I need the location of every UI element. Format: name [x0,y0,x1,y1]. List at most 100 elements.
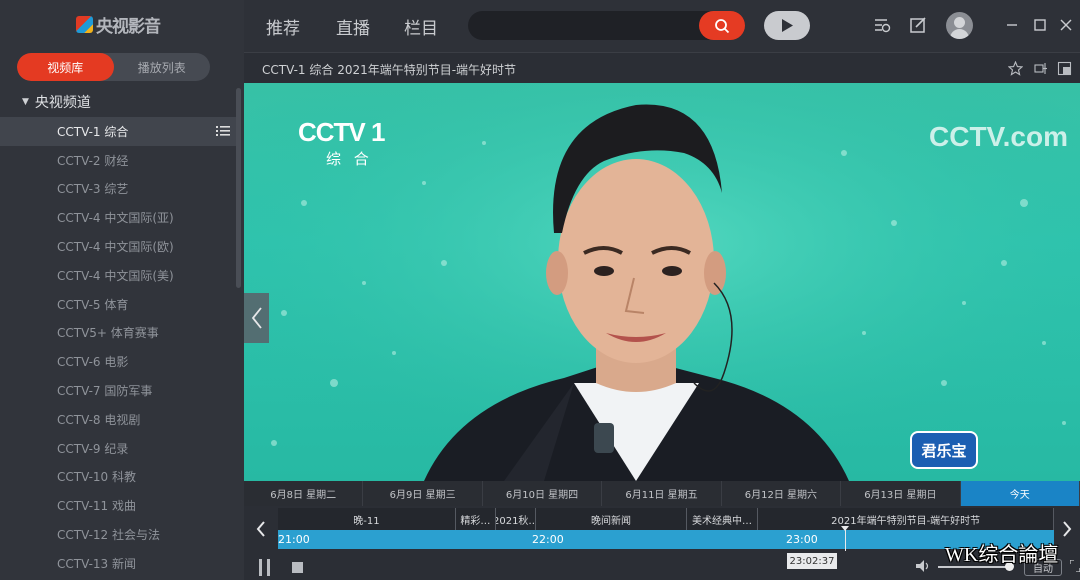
program-item[interactable]: 2021年端午特别节目-端午好时节 [758,508,1054,530]
channel-label: CCTV-12 社会与法 [57,528,161,543]
channel-label: CCTV-1 综合 [57,124,129,139]
date-tab[interactable]: 6月11日 星期五 [602,481,722,506]
tab-playlist[interactable]: 播放列表 [114,53,211,81]
channel-list: CCTV-1 综合 CCTV-2 财经 CCTV-3 综艺 CCTV-4 中文国际(亚… [0,117,236,578]
channel-group-header[interactable]: ▼ 央视频道 [22,92,91,112]
pause-button[interactable] [258,559,272,576]
program-title: CCTV-1 综合 2021年端午特别节目-端午好时节 [262,63,517,77]
forum-watermark: WK综合論壇 [945,544,1059,566]
play-history-button[interactable] [764,11,810,40]
chevron-left-icon [251,307,262,329]
sidebar-scrollbar[interactable] [236,88,241,288]
channel-item[interactable]: CCTV-6 电影 [0,347,236,376]
chevron-right-icon [1063,520,1072,537]
channel-label: CCTV-2 财经 [57,153,129,168]
channel-item[interactable]: CCTV5+ 体育赛事 [0,319,236,348]
channel-item[interactable]: CCTV-10 科教 [0,463,236,492]
collapse-arrow-icon: ▼ [22,97,29,107]
player-title-bar: CCTV-1 综合 2021年端午特别节目-端午好时节 [244,52,1080,83]
channel-item[interactable]: CCTV-7 国防军事 [0,376,236,405]
search-button[interactable] [699,11,745,40]
channel-label: CCTV-9 纪录 [57,441,129,456]
channel-logo-sub: 综 合 [326,150,373,168]
date-tab[interactable]: 6月10日 星期四 [483,481,603,506]
cctv-com-watermark: CCTV.com [929,121,1069,152]
channel-label: CCTV-10 科教 [57,470,137,485]
program-item[interactable]: 晚间新闻 [536,508,687,530]
fullscreen-icon[interactable] [1070,560,1080,572]
channel-logo-cctv1: CCTV 1 综 合 [298,117,385,169]
current-time-tooltip: 23:02:37 [787,553,837,569]
channel-label: CCTV-8 电视剧 [57,412,141,427]
history-list-icon[interactable] [872,15,892,35]
sidebar-tabs: 视频库 播放列表 [17,53,210,81]
date-tab[interactable]: 6月9日 星期三 [363,481,483,506]
channel-label: CCTV-3 综艺 [57,182,129,197]
timeline-prev-button[interactable] [244,506,278,551]
user-avatar[interactable] [946,12,973,39]
video-prev-button[interactable] [244,293,269,343]
chevron-left-icon [256,520,265,537]
edit-icon[interactable] [908,15,928,35]
time-label: 21:00 [278,533,310,546]
program-item[interactable]: 精彩… [455,508,497,530]
date-selector: 6月8日 星期二 6月9日 星期三 6月10日 星期四 6月11日 星期五 6月12日 … [244,481,1080,506]
time-label: 23:00 [786,533,818,546]
program-item[interactable]: 晚-11 [278,508,456,530]
channel-item[interactable]: CCTV-2 财经 [0,146,236,175]
sidebar: 央视影音 视频库 播放列表 ▼ 央视频道 CCTV-1 综合 CCTV-2 财经 C… [0,0,244,580]
top-nav-bar: 推荐 直播 栏目 [244,0,1080,52]
channel-label: CCTV-4 中文国际(欧) [57,240,174,255]
channel-item[interactable]: CCTV-8 电视剧 [0,405,236,434]
channel-group-label: 央视频道 [34,95,91,111]
channel-label: CCTV-4 中文国际(美) [57,268,174,283]
program-list: 晚-11精彩…2021秋…晚间新闻美术经典中…2021年端午特别节目-端午好时节 [278,508,1054,530]
sponsor-badge: 君乐宝 [910,431,978,469]
date-tab[interactable]: 6月8日 星期二 [244,481,364,506]
channel-label: CCTV-5 体育 [57,297,129,312]
stop-button[interactable] [292,562,303,573]
program-item[interactable]: 美术经典中… [686,508,759,530]
channel-item[interactable]: CCTV-11 戏曲 [0,491,236,520]
channel-item[interactable]: CCTV-3 综艺 [0,175,236,204]
channel-item[interactable]: CCTV-13 新闻 [0,549,236,578]
channel-label: CCTV-11 戏曲 [57,499,137,514]
popout-window-icon[interactable] [1057,61,1072,76]
channel-label: CCTV-7 国防军事 [57,384,153,399]
channel-item[interactable]: CCTV-4 中文国际(亚) [0,203,236,232]
logo-icon [76,16,93,33]
channel-item[interactable]: CCTV-1 综合 [0,117,236,146]
date-tab[interactable]: 今天 [960,481,1080,506]
minimize-icon[interactable] [1002,15,1022,35]
logo-text: 央视影音 [96,17,161,37]
close-icon[interactable] [1056,15,1076,35]
favorite-star-icon[interactable] [1008,61,1023,76]
date-tab[interactable]: 6月13日 星期日 [841,481,961,506]
nav-columns[interactable]: 栏目 [404,14,438,39]
date-tab[interactable]: 6月12日 星期六 [722,481,842,506]
channel-logo-text: CCTV 1 [298,117,385,147]
channel-label: CCTV-13 新闻 [57,556,137,571]
tab-video-library[interactable]: 视频库 [17,53,114,81]
program-item[interactable]: 2021秋… [496,508,537,530]
nav-live[interactable]: 直播 [336,14,370,39]
channel-label: CCTV5+ 体育赛事 [57,326,159,341]
volume-icon[interactable] [916,560,932,572]
channel-item[interactable]: CCTV-4 中文国际(欧) [0,232,236,261]
channel-item[interactable]: CCTV-9 纪录 [0,434,236,463]
play-icon [782,19,793,32]
search-icon [715,18,730,33]
video-player[interactable]: CCTV 1 综 合 CCTV.com 君乐宝 [244,83,1080,481]
channel-item[interactable]: CCTV-4 中文国际(美) [0,261,236,290]
time-axis[interactable]: 21:00 22:00 23:00 [278,526,1054,570]
app-logo: 央视影音 [76,12,161,37]
pin-icon[interactable] [1033,61,1048,76]
channel-label: CCTV-6 电影 [57,355,129,370]
maximize-icon[interactable] [1030,15,1050,35]
channel-item[interactable]: CCTV-5 体育 [0,290,236,319]
time-label: 22:00 [532,533,564,546]
channel-label: CCTV-4 中文国际(亚) [57,211,174,226]
channel-item[interactable]: CCTV-12 社会与法 [0,520,236,549]
nav-recommend[interactable]: 推荐 [266,14,300,39]
program-list-icon[interactable] [216,125,230,137]
